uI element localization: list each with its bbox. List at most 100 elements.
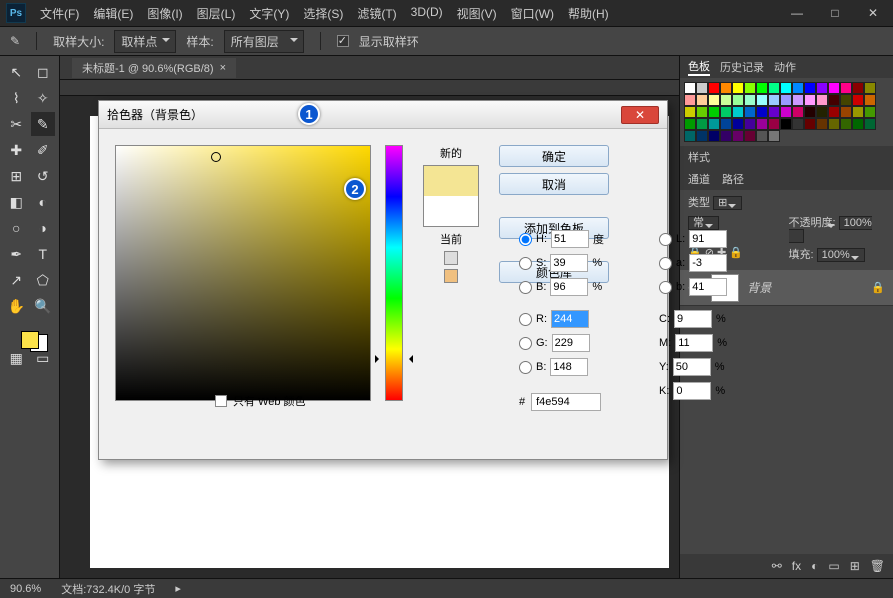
swatch-item[interactable] <box>816 118 828 130</box>
color-swatches[interactable] <box>4 320 55 360</box>
swatch-item[interactable] <box>864 106 876 118</box>
wand-tool[interactable]: ✧ <box>31 86 56 110</box>
lasso-tool[interactable]: ⌇ <box>4 86 29 110</box>
tab-paths[interactable]: 路径 <box>722 171 744 187</box>
swatch-item[interactable] <box>816 94 828 106</box>
minimize-button[interactable]: — <box>783 4 811 22</box>
pen-tool[interactable]: ✒ <box>4 242 29 266</box>
menu-help[interactable]: 帮助(H) <box>568 5 609 22</box>
y-input[interactable] <box>673 358 711 376</box>
swatch-item[interactable] <box>684 82 696 94</box>
g-input[interactable] <box>552 334 590 352</box>
swatch-item[interactable] <box>708 94 720 106</box>
s-radio[interactable] <box>519 257 532 270</box>
saturation-marker[interactable] <box>211 152 221 162</box>
swatch-item[interactable] <box>780 94 792 106</box>
menu-window[interactable]: 窗口(W) <box>511 5 554 22</box>
swatch-item[interactable] <box>720 130 732 142</box>
b-radio[interactable] <box>659 281 672 294</box>
swatch-item[interactable] <box>720 118 732 130</box>
fx-icon[interactable]: fx <box>792 559 801 573</box>
swatch-item[interactable] <box>852 118 864 130</box>
swatch-item[interactable] <box>744 82 756 94</box>
menu-edit[interactable]: 编辑(E) <box>93 5 133 22</box>
a-input[interactable] <box>689 254 727 272</box>
menu-image[interactable]: 图像(I) <box>147 5 182 22</box>
swatch-item[interactable] <box>780 106 792 118</box>
hex-input[interactable] <box>531 393 601 411</box>
l-input[interactable] <box>689 230 727 248</box>
maximize-button[interactable]: □ <box>821 4 849 22</box>
b-input[interactable] <box>689 278 727 296</box>
menu-view[interactable]: 视图(V) <box>457 5 497 22</box>
dodge-tool[interactable]: ◑ <box>31 216 56 240</box>
swatch-item[interactable] <box>792 106 804 118</box>
new-layer-icon[interactable]: ⊞ <box>850 559 860 573</box>
swatch-item[interactable] <box>744 94 756 106</box>
a-radio[interactable] <box>659 257 672 270</box>
swatch-item[interactable] <box>804 82 816 94</box>
layer-name[interactable]: 背景 <box>747 279 771 296</box>
swatch-item[interactable] <box>732 106 744 118</box>
swatches-grid[interactable] <box>680 78 893 146</box>
swatch-item[interactable] <box>840 106 852 118</box>
status-arrow-icon[interactable]: ▸ <box>175 582 181 595</box>
swatch-item[interactable] <box>828 82 840 94</box>
h-radio[interactable] <box>519 233 532 246</box>
swatch-item[interactable] <box>720 106 732 118</box>
menu-filter[interactable]: 滤镜(T) <box>357 5 396 22</box>
foreground-swatch[interactable] <box>21 331 39 349</box>
swatch-item[interactable] <box>864 94 876 106</box>
swatch-item[interactable] <box>684 106 696 118</box>
swatch-item[interactable] <box>732 82 744 94</box>
swatch-item[interactable] <box>804 106 816 118</box>
bv-radio[interactable] <box>519 281 532 294</box>
layer-kind-dropdown[interactable]: ⊞ <box>713 196 742 210</box>
swatch-item[interactable] <box>792 82 804 94</box>
cancel-button[interactable]: 取消 <box>499 173 609 195</box>
doc-size[interactable]: 文档:732.4K/0 字节 <box>61 581 155 597</box>
tab-channels[interactable]: 通道 <box>688 171 710 187</box>
crop-tool[interactable]: ✂ <box>4 112 29 136</box>
swatch-item[interactable] <box>852 94 864 106</box>
hue-marker[interactable] <box>381 358 407 360</box>
marquee-tool[interactable]: ◻ <box>31 60 56 84</box>
fill-input[interactable]: 100% <box>817 248 865 262</box>
blur-tool[interactable]: ○ <box>4 216 29 240</box>
swatch-item[interactable] <box>768 130 780 142</box>
swatch-item[interactable] <box>780 118 792 130</box>
menu-layer[interactable]: 图层(L) <box>197 5 236 22</box>
swatch-item[interactable] <box>768 82 780 94</box>
tab-close-icon[interactable]: × <box>220 62 226 74</box>
close-button[interactable]: ✕ <box>859 4 887 22</box>
swatch-item[interactable] <box>840 118 852 130</box>
shape-tool[interactable]: ⬠ <box>31 268 56 292</box>
menu-3d[interactable]: 3D(D) <box>411 5 443 22</box>
h-input[interactable] <box>551 230 589 248</box>
swatch-item[interactable] <box>840 94 852 106</box>
swatch-item[interactable] <box>756 94 768 106</box>
swatch-item[interactable] <box>768 94 780 106</box>
swatch-item[interactable] <box>708 106 720 118</box>
gradient-tool[interactable]: ◐ <box>31 190 56 214</box>
swatch-item[interactable] <box>744 106 756 118</box>
swatch-item[interactable] <box>792 118 804 130</box>
history-brush-tool[interactable]: ↺ <box>31 164 56 188</box>
swatch-item[interactable] <box>816 82 828 94</box>
swatch-item[interactable] <box>804 94 816 106</box>
menu-type[interactable]: 文字(Y) <box>249 5 289 22</box>
swatch-item[interactable] <box>852 82 864 94</box>
tab-history[interactable]: 历史记录 <box>720 59 764 75</box>
swatch-item[interactable] <box>696 106 708 118</box>
swatch-item[interactable] <box>732 94 744 106</box>
swatch-item[interactable] <box>756 118 768 130</box>
swatch-item[interactable] <box>864 82 876 94</box>
document-tab[interactable]: 未标题-1 @ 90.6%(RGB/8) × <box>72 58 236 78</box>
g-radio[interactable] <box>519 337 532 350</box>
swatch-item[interactable] <box>756 106 768 118</box>
swatch-item[interactable] <box>708 82 720 94</box>
swatch-item[interactable] <box>852 106 864 118</box>
swatch-item[interactable] <box>684 130 696 142</box>
ok-button[interactable]: 确定 <box>499 145 609 167</box>
swatch-item[interactable] <box>828 94 840 106</box>
